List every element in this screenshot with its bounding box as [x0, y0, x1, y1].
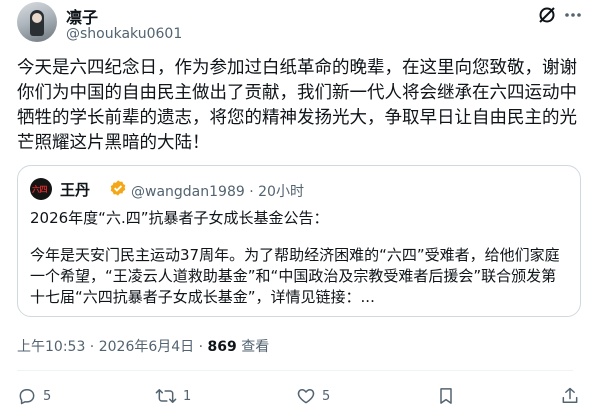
- verified-badge-icon: [109, 179, 127, 201]
- meta-separator: ·: [85, 339, 99, 355]
- repost-icon: [155, 389, 177, 403]
- view-count: 869: [207, 339, 237, 355]
- avatar-face: [32, 13, 42, 23]
- meta-separator: ·: [194, 339, 208, 355]
- tweet-date[interactable]: 2026年6月4日: [99, 339, 194, 355]
- actions-divider: [17, 370, 573, 371]
- quoted-meta: @wangdan1989 · 20小时: [131, 181, 304, 201]
- grok-icon-svg: [539, 7, 555, 23]
- quoted-handle[interactable]: @wangdan1989: [131, 184, 245, 200]
- author-avatar[interactable]: [17, 2, 57, 42]
- quoted-author-name[interactable]: 王丹: [60, 179, 90, 200]
- quoted-author-avatar[interactable]: 六四: [30, 178, 52, 200]
- like-count: 5: [322, 388, 331, 404]
- quoted-body: 今年是天安门民主运动37周年。为了帮助经济困难的“六四”受难者，给他们家庭一个希…: [30, 246, 560, 306]
- quoted-tweet-card[interactable]: 六四 王丹 @wangdan1989 · 20小时 2026年度“六.四”抗暴者…: [17, 165, 581, 317]
- bookmark-button[interactable]: [436, 386, 456, 406]
- tweet-time[interactable]: 上午10:53: [17, 339, 85, 355]
- share-icon: [562, 387, 578, 403]
- reply-icon: [19, 389, 35, 405]
- author-handle[interactable]: @shoukaku0601: [66, 26, 182, 42]
- grok-icon[interactable]: [536, 4, 558, 26]
- reply-button[interactable]: 5: [17, 386, 51, 406]
- repost-button[interactable]: 1: [155, 386, 191, 406]
- quoted-meta-separator: ·: [244, 184, 259, 200]
- heart-icon: [297, 389, 315, 404]
- tweet-text: 今天是六四纪念日，作为参加过白纸革命的晚辈，在这里向您致敬，谢谢你们为中国的自由…: [17, 58, 577, 153]
- quoted-time[interactable]: 20小时: [258, 184, 304, 200]
- like-button[interactable]: 5: [296, 386, 330, 406]
- view-label: 查看: [236, 339, 270, 355]
- bookmark-icon: [440, 388, 452, 404]
- author-display-name[interactable]: 凛子: [66, 4, 98, 28]
- more-options-icon[interactable]: [562, 4, 584, 26]
- share-button[interactable]: [560, 386, 580, 406]
- repost-count: 1: [183, 388, 192, 404]
- quoted-title: 2026年度“六.四”抗暴者子女成长基金公告：: [30, 209, 329, 227]
- reply-count: 5: [43, 388, 52, 404]
- tweet-timestamp: 上午10:53 · 2026年6月4日 · 869 查看: [17, 336, 269, 356]
- more-icon-svg: [565, 13, 581, 17]
